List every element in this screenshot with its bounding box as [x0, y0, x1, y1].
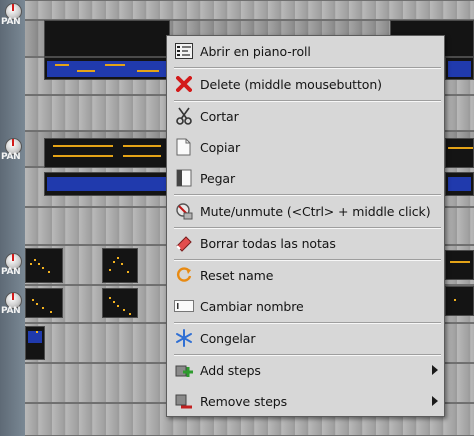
- menu-item-label: Congelar: [200, 330, 256, 346]
- track-row[interactable]: [25, 0, 474, 20]
- pan-label: PAN: [1, 306, 21, 316]
- menu-item-open-piano-roll[interactable]: Abrir en piano-roll: [170, 38, 440, 64]
- menu-separator: [174, 100, 441, 102]
- scissors-icon: [174, 106, 194, 126]
- menu-item-paste[interactable]: Pegar: [170, 165, 440, 191]
- menu-item-label: Pegar: [200, 170, 236, 186]
- pan-knob[interactable]: PAN: [1, 2, 24, 30]
- pattern-block[interactable]: [102, 248, 138, 283]
- snowflake-icon: [174, 328, 194, 348]
- pattern-block[interactable]: [44, 172, 170, 196]
- pattern-block[interactable]: [445, 286, 474, 316]
- pattern-block[interactable]: [445, 57, 474, 80]
- menu-item-clear-all-notes[interactable]: Borrar todas las notas: [170, 230, 440, 256]
- eraser-icon: [174, 233, 194, 253]
- pattern-block[interactable]: [445, 172, 474, 196]
- pan-knob[interactable]: PAN: [1, 252, 24, 280]
- pattern-block[interactable]: [25, 288, 63, 318]
- menu-separator: [174, 322, 441, 324]
- menu-item-delete[interactable]: Delete (middle mousebutton): [170, 71, 440, 97]
- menu-item-mute-unmute[interactable]: Mute/unmute (<Ctrl> + middle click): [170, 198, 440, 224]
- pattern-block[interactable]: [445, 250, 474, 280]
- rename-icon: [174, 296, 194, 316]
- paste-icon: [174, 168, 194, 188]
- menu-item-label: Copiar: [200, 139, 240, 155]
- menu-item-label: Mute/unmute (<Ctrl> + middle click): [200, 203, 431, 219]
- pattern-block[interactable]: [445, 138, 474, 168]
- menu-separator: [174, 194, 441, 196]
- pattern-block[interactable]: [44, 20, 170, 57]
- copy-icon: [174, 137, 194, 157]
- pattern-block[interactable]: [44, 138, 170, 168]
- menu-item-cut[interactable]: Cortar: [170, 103, 440, 129]
- pan-label: PAN: [1, 267, 21, 277]
- menu-item-copy[interactable]: Copiar: [170, 134, 440, 160]
- pattern-block[interactable]: [102, 288, 138, 318]
- pan-label: PAN: [1, 17, 21, 27]
- mute-icon: [174, 201, 194, 221]
- menu-separator: [174, 227, 441, 229]
- menu-item-label: Cambiar nombre: [200, 298, 304, 314]
- pan-column: PAN PAN PAN PAN: [0, 0, 25, 436]
- pattern-block[interactable]: [25, 248, 63, 283]
- pan-knob[interactable]: PAN: [1, 291, 24, 319]
- piano-roll-icon: [174, 41, 194, 61]
- song-editor: PAN PAN PAN PAN Abrir en piano-roll Dele…: [0, 0, 474, 436]
- menu-item-label: Abrir en piano-roll: [200, 43, 311, 59]
- submenu-arrow-icon: [432, 396, 438, 406]
- menu-item-label: Borrar todas las notas: [200, 235, 336, 251]
- pan-label: PAN: [1, 152, 21, 162]
- pattern-block[interactable]: [44, 57, 170, 80]
- menu-item-label: Cortar: [200, 108, 239, 124]
- menu-item-reset-name[interactable]: Reset name: [170, 262, 440, 288]
- menu-item-label: Add steps: [200, 362, 261, 378]
- menu-item-remove-steps[interactable]: Remove steps: [170, 388, 440, 414]
- menu-separator: [174, 67, 441, 69]
- submenu-arrow-icon: [432, 365, 438, 375]
- menu-item-freeze[interactable]: Congelar: [170, 325, 440, 351]
- menu-separator: [174, 259, 441, 261]
- menu-item-label: Delete (middle mousebutton): [200, 76, 382, 92]
- reload-icon: [174, 265, 194, 285]
- menu-separator: [174, 354, 441, 356]
- menu-item-label: Reset name: [200, 267, 274, 283]
- red-x-delete-icon: [174, 74, 194, 94]
- pan-knob[interactable]: PAN: [1, 137, 24, 165]
- pattern-block[interactable]: [25, 326, 45, 360]
- add-steps-icon: [174, 360, 194, 380]
- menu-item-rename[interactable]: Cambiar nombre: [170, 293, 440, 319]
- menu-item-label: Remove steps: [200, 393, 288, 409]
- remove-steps-icon: [174, 391, 194, 411]
- context-menu: Abrir en piano-roll Delete (middle mouse…: [166, 35, 445, 417]
- menu-item-add-steps[interactable]: Add steps: [170, 357, 440, 383]
